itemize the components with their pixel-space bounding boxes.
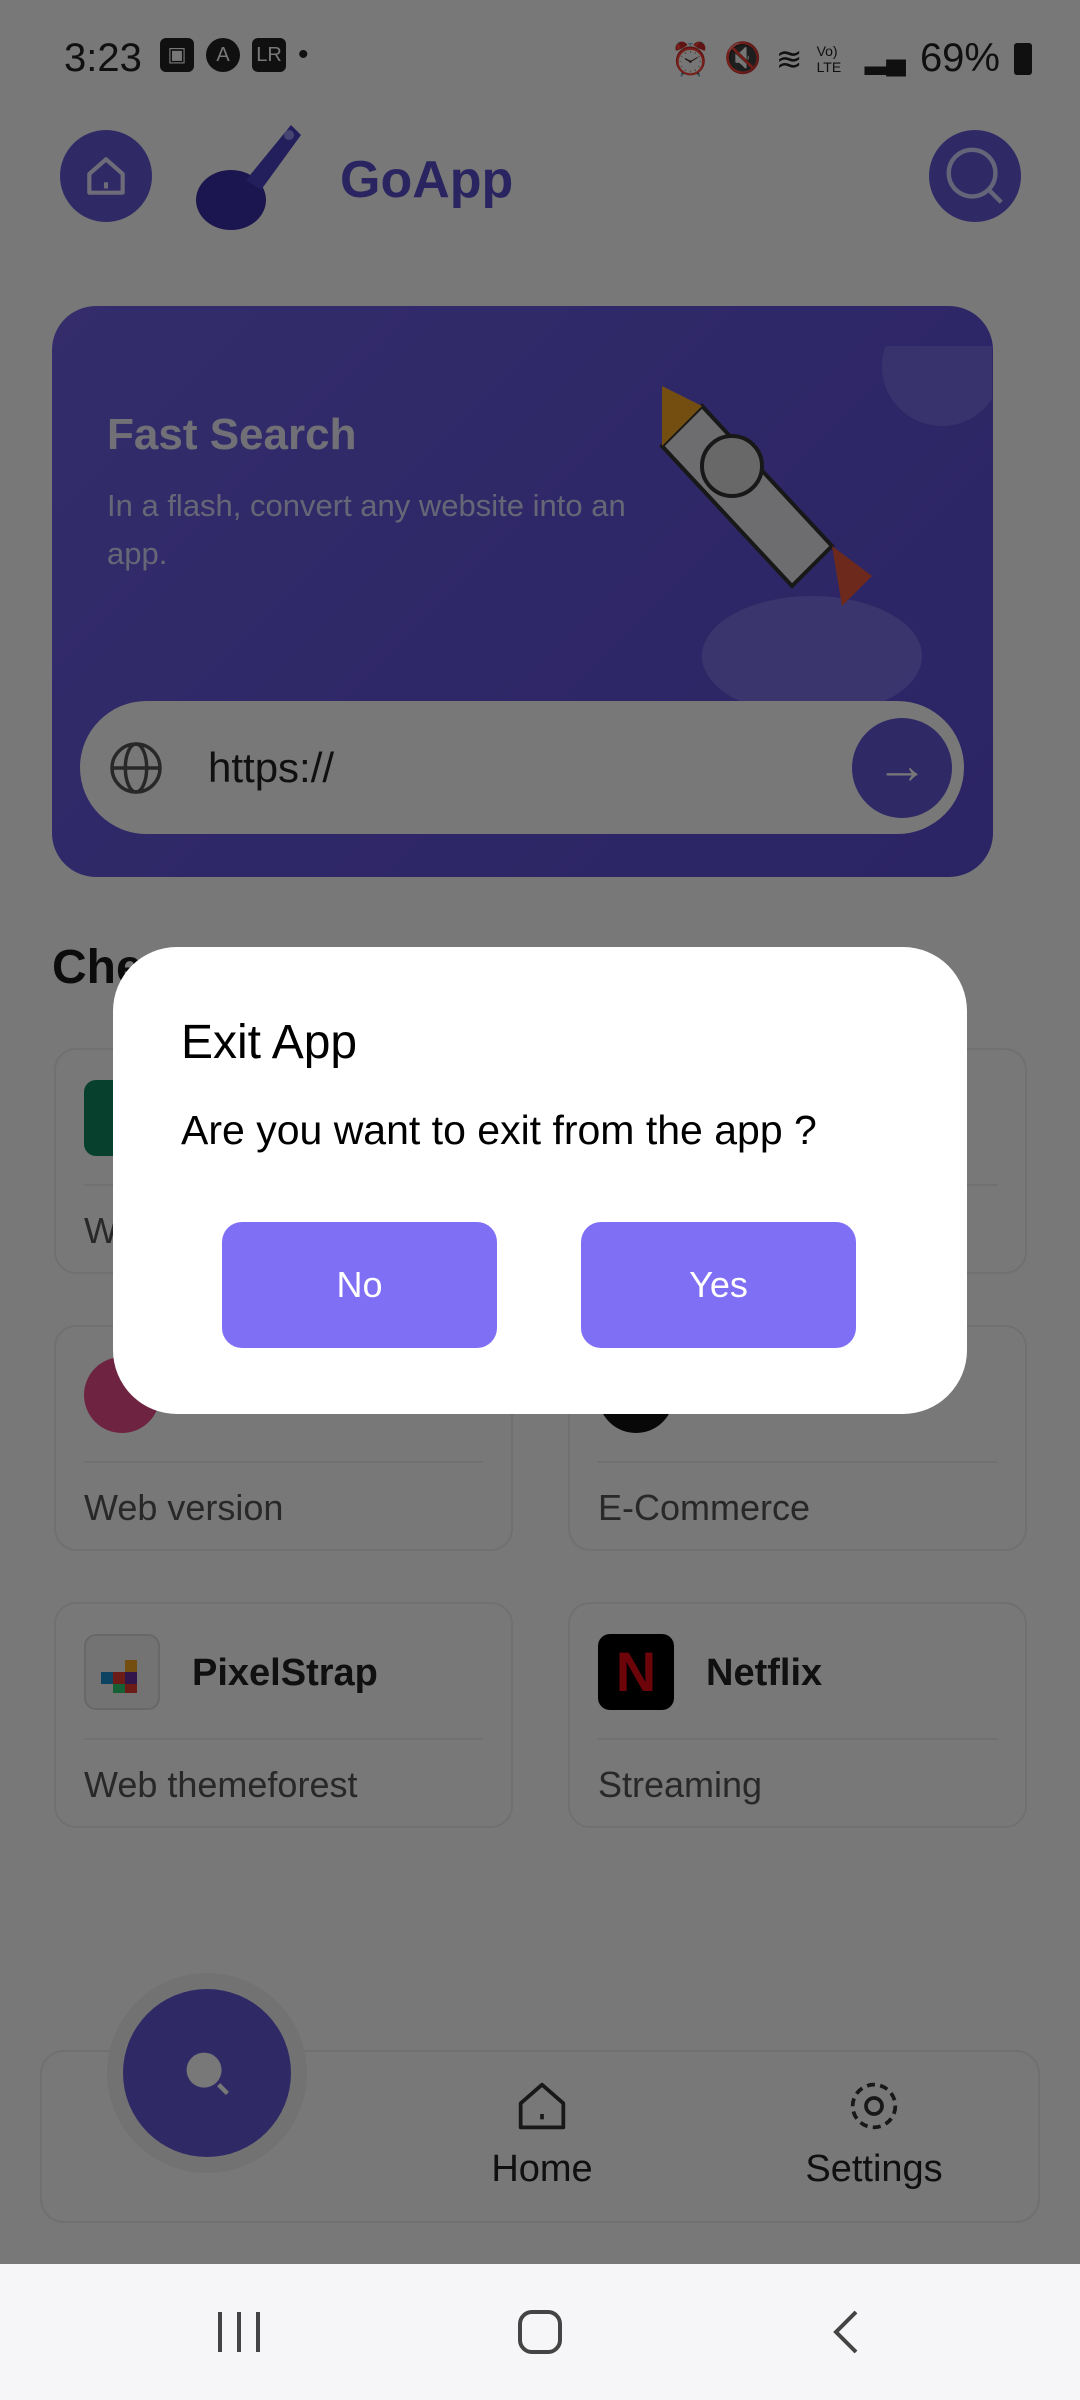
wifi-icon: ≋ bbox=[775, 40, 803, 77]
system-nav-bar bbox=[0, 2264, 1080, 2400]
url-bar: → bbox=[80, 701, 964, 834]
dialog-message: Are you want to exit from the app ? bbox=[181, 1107, 817, 1153]
dot-icon: • bbox=[298, 38, 309, 71]
netflix-icon: N bbox=[598, 1634, 674, 1710]
status-bar: 3:23 ▣ A LR • ⏰ 🔇 ≋ Vo) LTE ▂▄ 69% bbox=[0, 0, 1080, 110]
globe-icon bbox=[110, 741, 162, 794]
home-icon bbox=[518, 2082, 566, 2130]
home-icon bbox=[87, 157, 125, 195]
card-subtitle: Streaming bbox=[598, 1764, 763, 1805]
nav-home-label: Home bbox=[491, 2148, 593, 2190]
gallery-icon: ▣ bbox=[160, 38, 194, 72]
banner-title: Fast Search bbox=[107, 410, 357, 459]
card-subtitle: Web themeforest bbox=[84, 1764, 358, 1805]
status-time: 3:23 bbox=[64, 36, 142, 80]
app-name: GoApp bbox=[340, 151, 514, 209]
divider bbox=[84, 1738, 483, 1740]
battery-charging-icon bbox=[1014, 42, 1032, 75]
search-button[interactable] bbox=[929, 130, 1021, 222]
divider bbox=[598, 1738, 997, 1740]
divider bbox=[598, 1461, 997, 1463]
search-icon bbox=[946, 147, 1003, 204]
back-icon[interactable] bbox=[826, 2308, 866, 2356]
dialog-title: Exit App bbox=[181, 1016, 358, 1069]
card-name: PixelStrap bbox=[192, 1652, 378, 1694]
battery-text: 69% bbox=[919, 36, 1000, 80]
no-button[interactable]: No bbox=[222, 1222, 497, 1348]
lr-icon: LR bbox=[252, 38, 286, 72]
recents-icon[interactable] bbox=[212, 2308, 266, 2356]
pixelstrap-icon bbox=[84, 1634, 160, 1710]
url-input[interactable] bbox=[208, 743, 768, 792]
nav-home[interactable]: Home bbox=[452, 2074, 632, 2191]
divider bbox=[84, 1461, 483, 1463]
app-card-netflix[interactable]: N Netflix Streaming bbox=[568, 1602, 1027, 1828]
home-button[interactable] bbox=[60, 130, 152, 222]
signal-icon: ▂▄ bbox=[864, 43, 906, 74]
search-icon bbox=[186, 2052, 229, 2095]
nav-settings-label: Settings bbox=[805, 2148, 943, 2190]
exit-dialog: Exit App Are you want to exit from the a… bbox=[113, 947, 967, 1414]
alarm-icon: ⏰ bbox=[670, 40, 711, 77]
mute-icon: 🔇 bbox=[724, 42, 762, 75]
nav-settings[interactable]: Settings bbox=[774, 2074, 974, 2191]
home-nav-icon[interactable] bbox=[516, 2308, 564, 2356]
card-subtitle: Web version bbox=[84, 1487, 284, 1528]
search-fab[interactable] bbox=[123, 1989, 291, 2157]
yes-button[interactable]: Yes bbox=[581, 1222, 856, 1348]
app-card-pixelstrap[interactable]: PixelStrap Web themeforest bbox=[54, 1602, 513, 1828]
fast-search-banner: Fast Search In a flash, convert any webs… bbox=[52, 306, 993, 877]
banner-subtitle: In a flash, convert any website into an … bbox=[107, 488, 626, 571]
volte-icon: Vo) LTE bbox=[816, 42, 842, 75]
gear-icon bbox=[850, 2082, 898, 2130]
a-icon: A bbox=[206, 38, 240, 72]
app-logo bbox=[191, 120, 306, 232]
go-button[interactable]: → bbox=[852, 718, 952, 818]
arrow-right-icon: → bbox=[876, 737, 928, 795]
rocket-illustration bbox=[659, 346, 992, 716]
card-name: Netflix bbox=[706, 1652, 823, 1694]
card-subtitle: E-Commerce bbox=[598, 1487, 811, 1528]
